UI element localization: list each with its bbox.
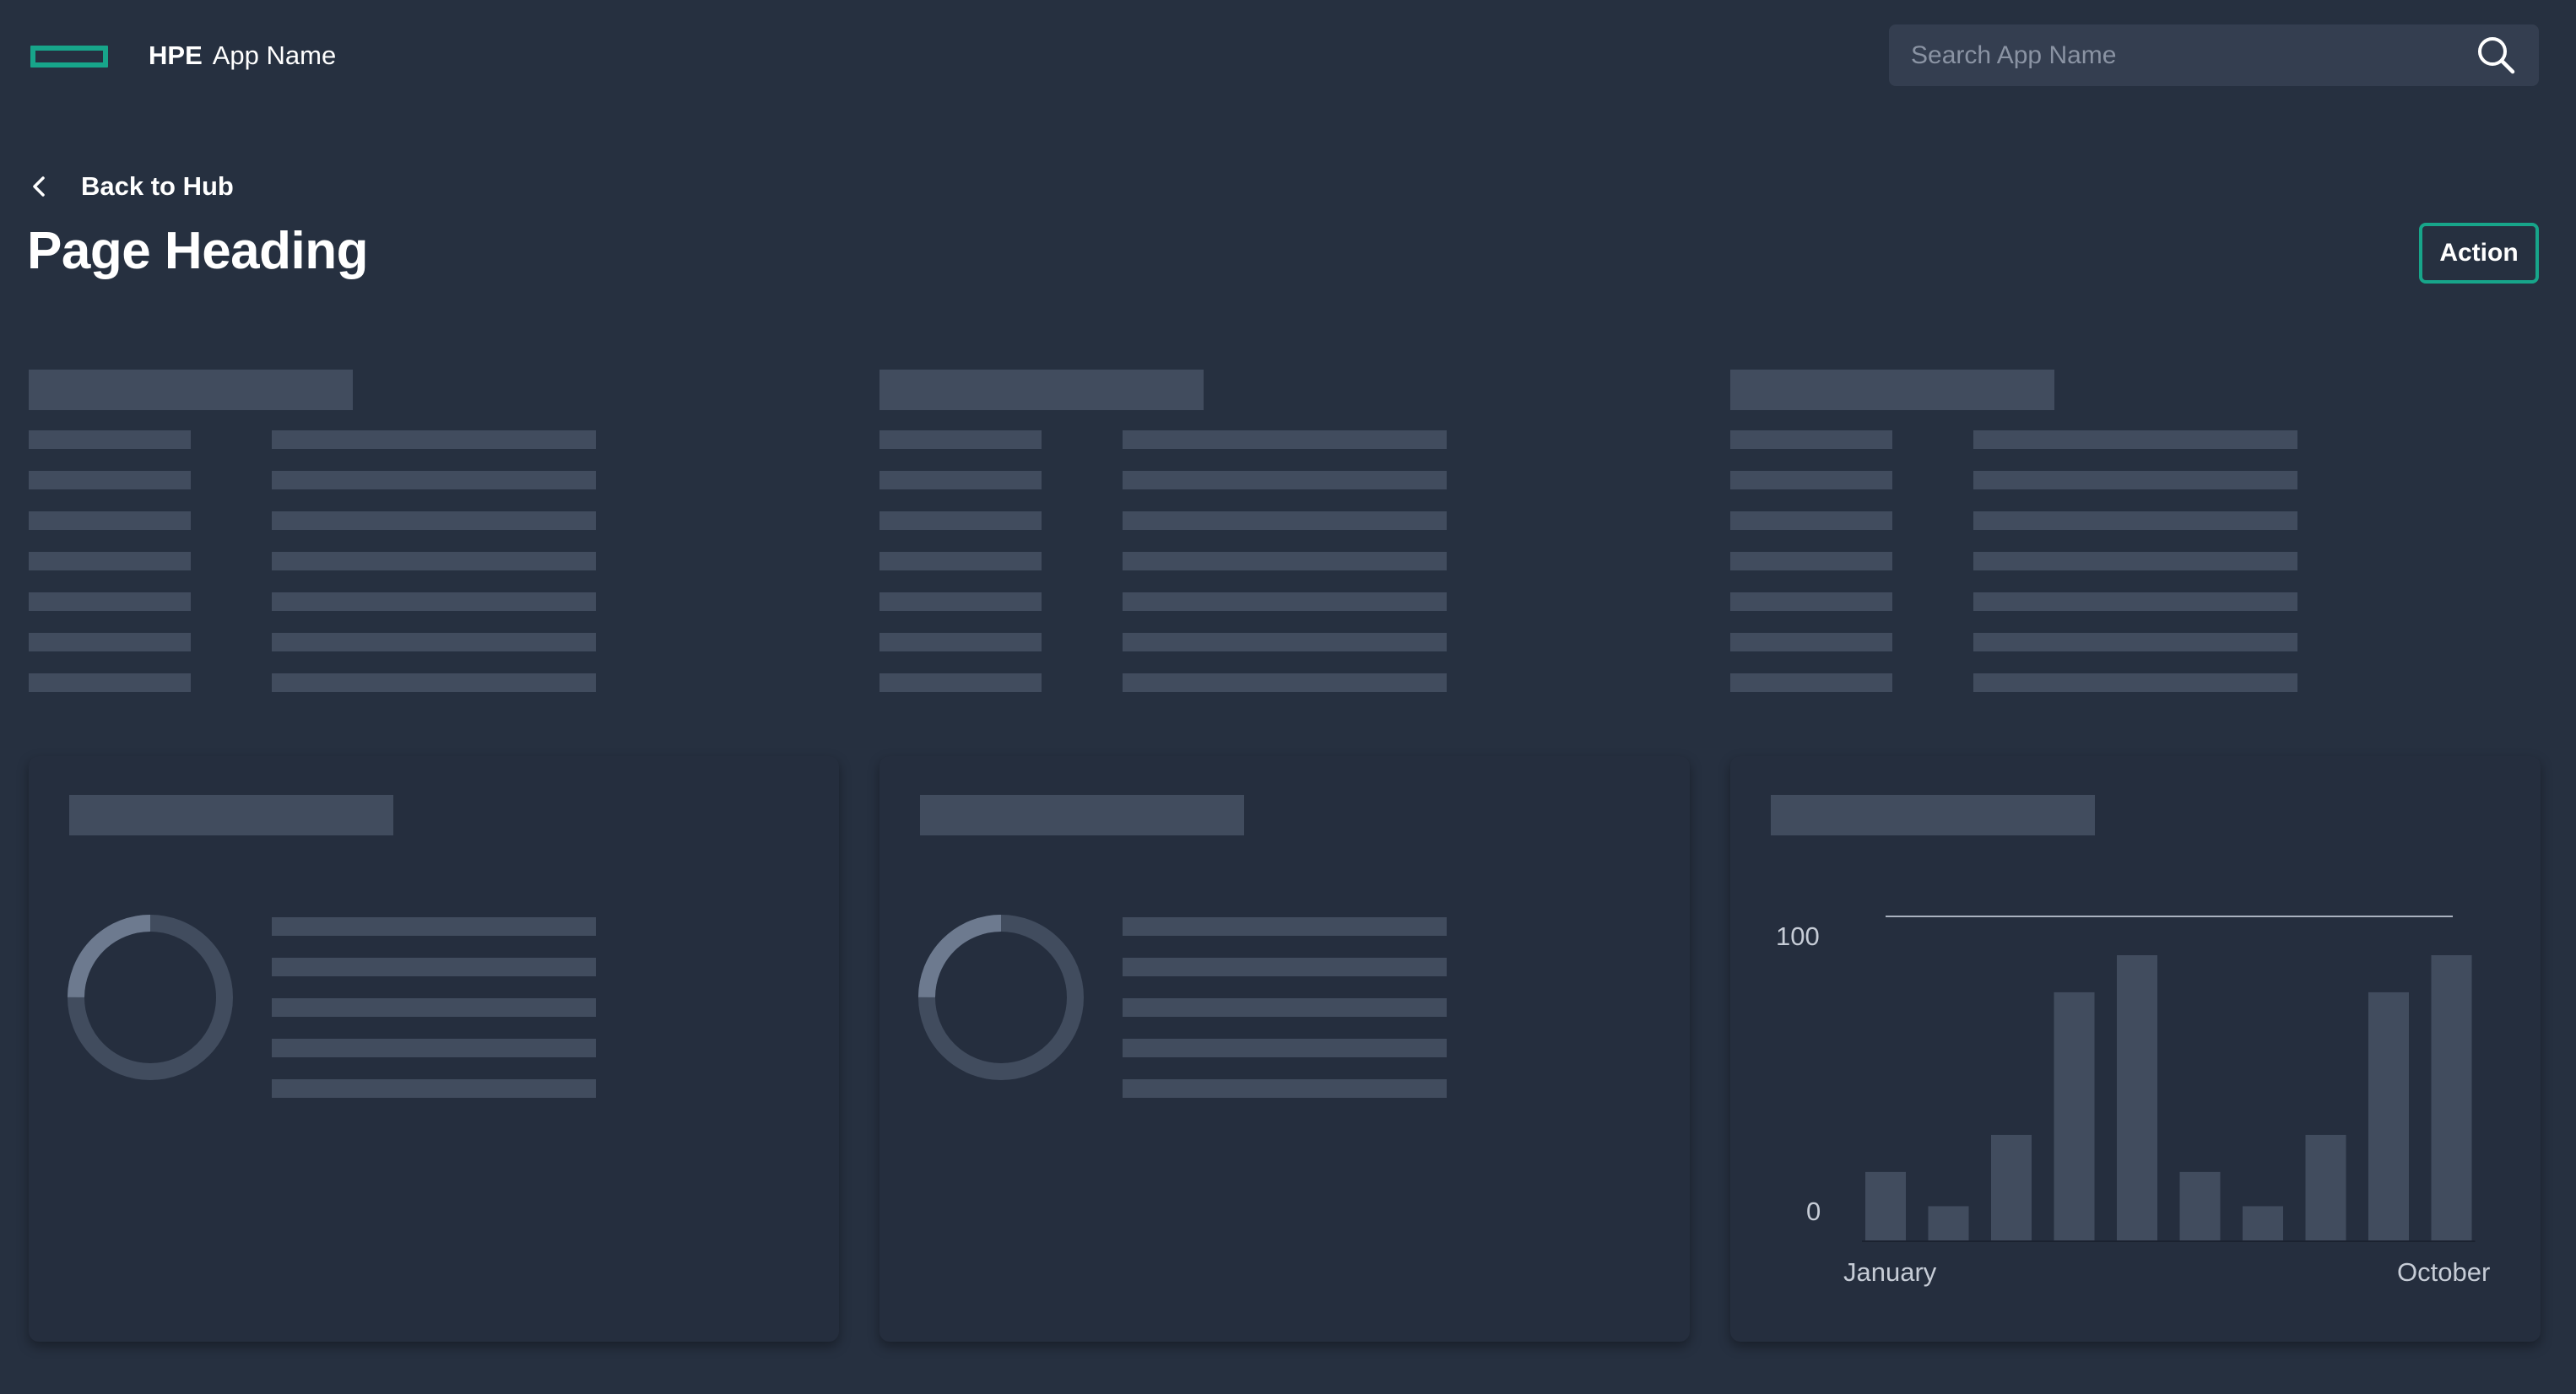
page-heading: Page Heading (27, 222, 369, 280)
skeleton-value (1123, 633, 1447, 651)
skeleton-label (29, 673, 191, 692)
skeleton-label (29, 511, 191, 530)
chart-bar[interactable] (2179, 1171, 2221, 1240)
card-legend-skeleton (272, 917, 596, 936)
skeleton-value (1123, 552, 1447, 570)
bar-series (1862, 955, 2476, 1242)
hpe-logo-icon[interactable] (30, 46, 108, 68)
card-title-skeleton (69, 795, 393, 835)
chevron-left-icon (33, 176, 45, 197)
skeleton-label (879, 673, 1042, 692)
skeleton-label (29, 633, 191, 651)
bar-chart: 100 0 January October (1776, 916, 2490, 1287)
skeleton-value (1123, 430, 1447, 449)
skeleton-value (1973, 552, 2297, 570)
skeleton-label (1730, 511, 1892, 530)
skeleton-value (272, 673, 596, 692)
skeleton-value (272, 511, 596, 530)
chart-bar[interactable] (2117, 955, 2157, 1240)
summary-card-2[interactable] (879, 756, 1690, 1342)
skeleton-label (29, 592, 191, 611)
chart-bar[interactable] (1991, 1134, 2032, 1240)
search-input[interactable] (1889, 24, 2471, 86)
skeleton-value (1123, 471, 1447, 489)
skeleton-value (272, 592, 596, 611)
skeleton-label (1730, 471, 1892, 489)
skeleton-label (879, 471, 1042, 489)
skeleton-value (272, 430, 596, 449)
search-box (1889, 24, 2539, 86)
chart-bar[interactable] (2305, 1134, 2346, 1240)
skeleton-value (272, 552, 596, 570)
back-to-hub-link[interactable]: Back to Hub (27, 165, 234, 208)
skeleton-value (272, 633, 596, 651)
skeleton-value (1123, 673, 1447, 692)
chart-bar[interactable] (1928, 1206, 1969, 1240)
skeleton-value (1123, 511, 1447, 530)
app-page: HPE App Name Back to Hub Page Heading Ac… (0, 0, 2576, 1394)
summary-card-1[interactable] (29, 756, 839, 1342)
y-tick-label-min: 0 (1806, 1197, 1821, 1226)
skeleton-heading (879, 370, 1204, 410)
brand-name: HPE (149, 41, 203, 70)
skeleton-heading (1730, 370, 2054, 410)
card-legend-skeleton (272, 1079, 596, 1098)
skeleton-value (1973, 430, 2297, 449)
skeleton-label (1730, 552, 1892, 570)
skeleton-label (879, 592, 1042, 611)
skeleton-value (1123, 592, 1447, 611)
app-brand[interactable]: HPE App Name (149, 37, 336, 74)
card-legend-skeleton (1123, 917, 1447, 936)
y-tick-label-max: 100 (1776, 921, 1820, 951)
donut-chart-icon (68, 915, 233, 1080)
card-legend-skeleton (1123, 1079, 1447, 1098)
app-header: HPE App Name (0, 0, 2576, 110)
back-label: Back to Hub (81, 171, 234, 201)
skeleton-label (879, 552, 1042, 570)
action-button[interactable]: Action (2419, 223, 2539, 284)
chart-bar[interactable] (2368, 991, 2409, 1240)
skeleton-value (1973, 673, 2297, 692)
skeleton-value (1973, 592, 2297, 611)
chart-bar[interactable] (2243, 1206, 2283, 1240)
skeleton-label (879, 633, 1042, 651)
skeleton-label (29, 471, 191, 489)
skeleton-value (1973, 471, 2297, 489)
skeleton-label (1730, 592, 1892, 611)
card-legend-skeleton (1123, 1039, 1447, 1057)
chart-bar[interactable] (2054, 991, 2095, 1240)
card-legend-skeleton (1123, 958, 1447, 976)
chart-bar[interactable] (2431, 955, 2472, 1240)
card-legend-skeleton (1123, 998, 1447, 1017)
skeleton-label (29, 552, 191, 570)
card-legend-skeleton (272, 958, 596, 976)
skeleton-label (879, 511, 1042, 530)
skeleton-value (272, 471, 596, 489)
chart-card[interactable]: 100 0 January October (1730, 756, 2541, 1342)
card-title-skeleton (920, 795, 1244, 835)
donut-chart-icon (918, 915, 1084, 1080)
app-name: App Name (212, 41, 337, 70)
x-tick-label-end: October (2397, 1257, 2490, 1287)
skeleton-label (29, 430, 191, 449)
search-icon[interactable] (2476, 35, 2515, 74)
chart-bar[interactable] (1865, 1171, 1906, 1240)
x-tick-label-start: January (1843, 1257, 1937, 1287)
skeleton-value (1973, 633, 2297, 651)
skeleton-label (1730, 633, 1892, 651)
skeleton-label (1730, 673, 1892, 692)
skeleton-label (1730, 430, 1892, 449)
card-legend-skeleton (272, 1039, 596, 1057)
card-legend-skeleton (272, 998, 596, 1017)
skeleton-heading (29, 370, 353, 410)
skeleton-value (1973, 511, 2297, 530)
skeleton-label (879, 430, 1042, 449)
